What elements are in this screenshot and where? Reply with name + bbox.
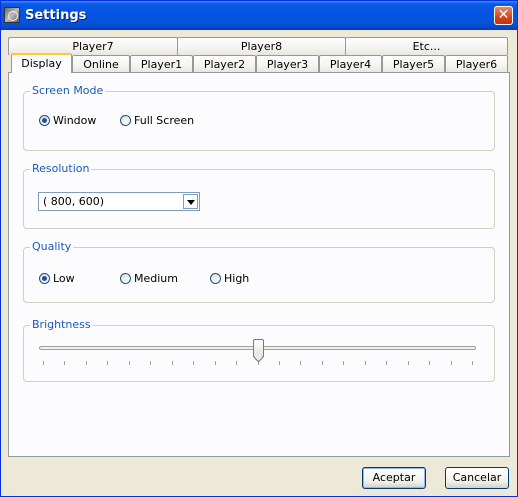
radio-low[interactable]: Low	[39, 272, 75, 285]
resolution-value: ( 800, 600)	[43, 195, 105, 208]
radio-high[interactable]: High	[210, 272, 249, 285]
tab-online[interactable]: Online	[72, 55, 130, 73]
slider-tick	[429, 361, 431, 365]
slider-tick	[64, 361, 66, 365]
chevron-down-icon[interactable]	[183, 194, 198, 209]
slider-tick	[236, 361, 238, 365]
slider-tick	[450, 361, 452, 365]
tab-player5[interactable]: Player5	[382, 55, 445, 73]
radio-full-screen-indicator[interactable]	[120, 115, 131, 126]
slider-tick	[300, 361, 302, 365]
tab-player4[interactable]: Player4	[319, 55, 382, 73]
app-icon	[4, 7, 20, 23]
slider-tick	[278, 361, 280, 365]
radio-low-indicator[interactable]	[39, 273, 50, 284]
slider-tick	[472, 361, 473, 365]
radio-medium-label: Medium	[134, 272, 178, 285]
radio-window[interactable]: Window	[39, 114, 96, 127]
radio-window-label: Window	[53, 114, 97, 127]
radio-low-label: Low	[53, 272, 75, 285]
slider-tick	[107, 361, 109, 365]
brightness-label: Brightness	[30, 318, 93, 331]
slider-tick	[171, 361, 173, 365]
quality-group: Quality	[23, 240, 495, 303]
resolution-select[interactable]: ( 800, 600)	[38, 192, 200, 211]
tab-player1[interactable]: Player1	[130, 55, 193, 73]
close-icon: ✕	[497, 7, 510, 23]
cancel-button[interactable]: Cancelar	[445, 467, 509, 489]
slider-tick	[43, 361, 44, 365]
tab-player8[interactable]: Player8	[177, 37, 346, 55]
slider-tick	[214, 361, 216, 365]
tab-row-front: Display Online Player1 Player2 Player3 P…	[8, 53, 510, 73]
radio-high-label: High	[224, 272, 250, 285]
resolution-label: Resolution	[30, 162, 92, 175]
slider-tick	[193, 361, 195, 365]
slider-tick	[85, 361, 87, 365]
slider-tick	[321, 361, 323, 365]
accept-button[interactable]: Aceptar	[362, 467, 426, 489]
settings-window: Settings ✕ Player7 Player8 Etc... Displa…	[0, 0, 518, 497]
title-bar[interactable]: Settings ✕	[1, 1, 517, 30]
window-title: Settings	[25, 8, 87, 23]
radio-window-indicator[interactable]	[39, 115, 50, 126]
slider-tick	[150, 361, 152, 365]
tab-player2[interactable]: Player2	[193, 55, 256, 73]
screen-mode-label: Screen Mode	[30, 84, 106, 97]
tab-etc[interactable]: Etc...	[345, 37, 508, 55]
slider-tick	[343, 361, 345, 365]
radio-full-screen[interactable]: Full Screen	[120, 114, 194, 127]
tab-row-back: Player7 Player8 Etc...	[8, 37, 510, 55]
radio-high-indicator[interactable]	[210, 273, 221, 284]
slider-tick	[407, 361, 409, 365]
slider-tick	[386, 361, 388, 365]
radio-full-screen-label: Full Screen	[134, 114, 195, 127]
brightness-slider-thumb[interactable]	[253, 339, 264, 357]
quality-label: Quality	[30, 240, 74, 253]
tab-player3[interactable]: Player3	[256, 55, 319, 73]
tab-player6[interactable]: Player6	[445, 55, 508, 73]
tab-display[interactable]: Display	[11, 53, 72, 73]
close-button[interactable]: ✕	[494, 6, 513, 25]
radio-medium-indicator[interactable]	[120, 273, 131, 284]
slider-tick	[364, 361, 366, 365]
slider-tick	[128, 361, 130, 365]
radio-medium[interactable]: Medium	[120, 272, 178, 285]
